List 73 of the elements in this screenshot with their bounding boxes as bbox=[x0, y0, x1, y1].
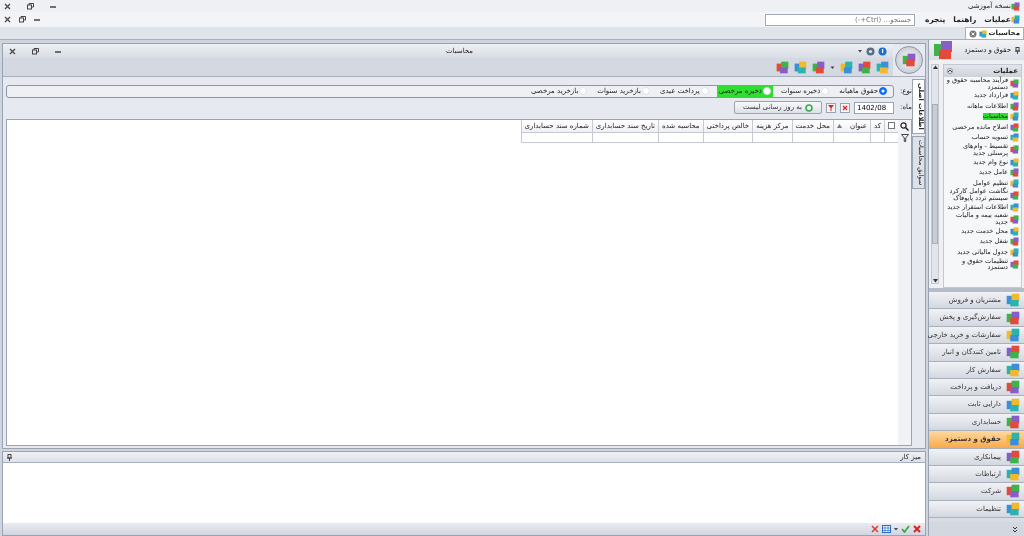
item-icon bbox=[1010, 190, 1019, 200]
module-icon bbox=[1006, 310, 1020, 325]
item-icon bbox=[1010, 133, 1019, 143]
item-icon bbox=[1010, 214, 1019, 224]
radio-button[interactable] bbox=[879, 87, 887, 96]
toolbar-icon[interactable] bbox=[776, 60, 789, 74]
table-icon[interactable] bbox=[882, 525, 891, 533]
item-icon bbox=[1010, 237, 1019, 247]
chevron-icon[interactable] bbox=[1012, 525, 1018, 533]
module-icon bbox=[933, 40, 953, 60]
item-icon bbox=[1010, 259, 1019, 269]
clear-button[interactable] bbox=[840, 102, 850, 113]
item-icon bbox=[1010, 145, 1019, 155]
dropdown-icon[interactable] bbox=[894, 527, 898, 531]
delete-icon[interactable] bbox=[913, 525, 921, 533]
module-icon bbox=[1006, 467, 1020, 482]
module-icon bbox=[1006, 414, 1020, 429]
item-icon bbox=[1010, 122, 1019, 132]
item-icon bbox=[1010, 202, 1019, 212]
dropdown-icon[interactable] bbox=[857, 48, 863, 54]
restore-icon[interactable] bbox=[19, 16, 26, 23]
module-icon bbox=[1006, 449, 1020, 464]
item-icon bbox=[1010, 112, 1019, 122]
module-icon bbox=[1006, 432, 1020, 447]
item-icon bbox=[1010, 226, 1019, 236]
dropdown-icon[interactable] bbox=[830, 64, 835, 70]
close-icon[interactable] bbox=[9, 47, 16, 55]
module-icon bbox=[1006, 293, 1020, 308]
item-icon bbox=[1010, 101, 1019, 111]
item-icon bbox=[1010, 157, 1019, 167]
pin-icon[interactable] bbox=[1015, 46, 1020, 54]
settings-icon[interactable] bbox=[866, 46, 875, 56]
toolbar-icon[interactable] bbox=[840, 60, 853, 74]
app-icon bbox=[1011, 1, 1020, 11]
module-icon bbox=[1006, 362, 1020, 377]
check-icon[interactable] bbox=[901, 525, 910, 533]
toolbar-icon[interactable] bbox=[794, 60, 807, 74]
app-menu-button[interactable] bbox=[895, 46, 923, 74]
checkbox[interactable] bbox=[888, 122, 895, 130]
module-icon bbox=[1006, 380, 1020, 395]
module-icon bbox=[1006, 484, 1020, 499]
toolbar-icon[interactable] bbox=[876, 60, 889, 74]
item-icon bbox=[1010, 79, 1019, 89]
close-icon[interactable] bbox=[4, 16, 11, 23]
item-icon bbox=[1010, 247, 1019, 257]
pin-icon[interactable] bbox=[7, 453, 12, 461]
toolbar-icon[interactable] bbox=[858, 60, 871, 74]
search-icon[interactable] bbox=[900, 122, 909, 131]
filter-button[interactable] bbox=[826, 102, 836, 113]
refresh-icon bbox=[805, 103, 813, 112]
restore-icon[interactable] bbox=[32, 47, 39, 55]
tab-icon bbox=[978, 29, 987, 38]
help-icon[interactable] bbox=[878, 46, 887, 56]
item-icon bbox=[1010, 168, 1019, 177]
item-icon bbox=[1010, 178, 1019, 188]
toolbar-icon[interactable] bbox=[812, 60, 825, 74]
module-icon bbox=[1006, 397, 1020, 412]
collapse-icon[interactable] bbox=[947, 68, 953, 74]
scrollbar[interactable] bbox=[931, 64, 939, 284]
sort-icon bbox=[837, 123, 842, 128]
module-icon bbox=[1006, 501, 1020, 516]
minimize-icon[interactable] bbox=[34, 16, 41, 23]
close-icon[interactable] bbox=[968, 29, 977, 38]
scroll-up-icon bbox=[932, 65, 938, 69]
module-icon bbox=[1006, 327, 1020, 342]
app-icon bbox=[1011, 15, 1020, 24]
app-icon bbox=[902, 53, 916, 67]
close-icon[interactable] bbox=[4, 2, 11, 10]
scroll-down-icon bbox=[932, 279, 938, 283]
restore-icon[interactable] bbox=[27, 2, 34, 10]
module-icon bbox=[1006, 345, 1020, 360]
filter-icon[interactable] bbox=[900, 134, 909, 142]
item-icon bbox=[1010, 91, 1019, 101]
